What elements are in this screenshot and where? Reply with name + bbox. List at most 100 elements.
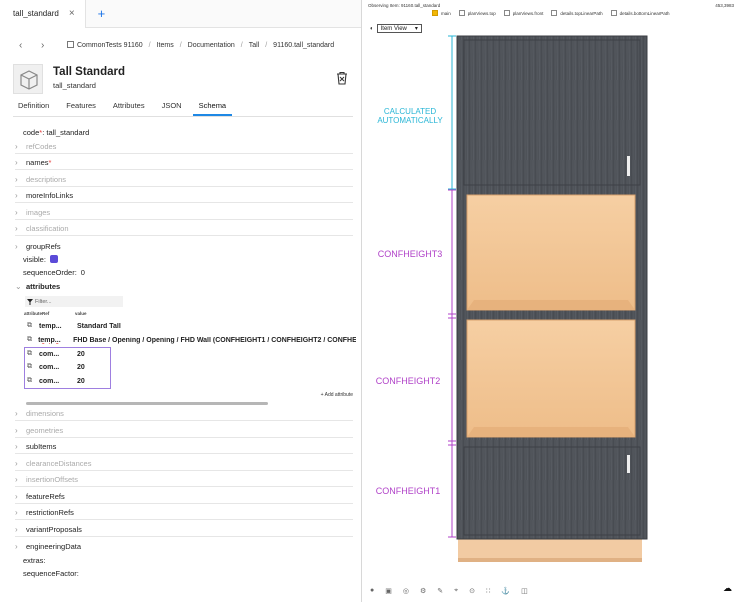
- gear-icon[interactable]: ⚙: [420, 587, 426, 595]
- sequence-factor-field: sequenceFactor:: [23, 568, 79, 578]
- pencil-icon[interactable]: ✎: [437, 587, 443, 595]
- dimension-label-confheight3: CONFHEIGHT3: [377, 249, 443, 259]
- close-icon[interactable]: ×: [69, 8, 75, 19]
- grid-icon[interactable]: ∷: [486, 587, 490, 595]
- delete-icon[interactable]: [335, 71, 349, 85]
- subtab-bar: Definition Features Attributes JSON Sche…: [13, 99, 353, 117]
- opening-lower: [466, 319, 636, 438]
- visible-toggle[interactable]: [49, 255, 58, 263]
- top-door: [463, 39, 641, 186]
- breadcrumb-item[interactable]: Tall: [249, 42, 260, 49]
- navigation-row: ‹ › CommonTests 91160 / Items / Document…: [19, 38, 351, 52]
- breadcrumb-separator: /: [240, 41, 243, 49]
- tree-node-names[interactable]: › names *: [15, 156, 353, 170]
- tree-node-images[interactable]: › images: [15, 206, 353, 220]
- dimension-label-confheight2: CONFHEIGHT2: [375, 376, 441, 386]
- tree-node-grouprefs[interactable]: › groupRefs: [15, 239, 353, 253]
- back-arrow-icon[interactable]: ‹: [19, 40, 41, 51]
- chevron-right-icon: ›: [15, 409, 18, 418]
- bottom-door: [463, 446, 641, 536]
- tab-features[interactable]: Features: [60, 99, 102, 116]
- tab-attributes[interactable]: Attributes: [107, 99, 151, 116]
- chevron-right-icon: ›: [15, 508, 18, 517]
- image-icon[interactable]: ◫: [521, 587, 528, 595]
- code-value[interactable]: tall_standard: [46, 128, 89, 137]
- catalog-icon: [67, 41, 74, 48]
- chevron-right-icon: ›: [15, 208, 18, 217]
- tab-bar: tall_standard × +: [0, 0, 361, 28]
- tree-node-descriptions[interactable]: › descriptions: [15, 173, 353, 187]
- filter-icon: [27, 298, 33, 305]
- open-link-icon[interactable]: ⧉: [27, 322, 39, 330]
- tree-node-moreinfolinks[interactable]: › moreInfoLinks: [15, 189, 353, 203]
- forward-arrow-icon[interactable]: ›: [41, 40, 63, 51]
- table-row[interactable]: ⧉ temp... FHD Base / Opening / Opening /…: [27, 334, 356, 346]
- viewer-toolbar: ● ▣ ◎ ⚙ ✎ ⌖ ⊙ ∷ ⚓ ◫: [370, 587, 528, 595]
- attribute-filter-input[interactable]: Filter...: [25, 296, 123, 307]
- tab-definition[interactable]: Definition: [13, 99, 55, 116]
- chevron-right-icon: ›: [15, 191, 18, 200]
- crop-icon[interactable]: ⌖: [454, 587, 458, 595]
- tree-node-clearancedistances[interactable]: › clearanceDistances: [15, 457, 353, 471]
- box-view-icon[interactable]: ▣: [385, 587, 392, 595]
- chevron-right-icon: ›: [15, 475, 18, 484]
- anchor-icon[interactable]: ⚓: [501, 587, 510, 595]
- required-marker: *: [39, 127, 43, 137]
- column-header-ref: attributeRef: [24, 311, 50, 316]
- tree-node-dimensions[interactable]: › dimensions: [15, 407, 353, 421]
- item-code: tall_standard: [53, 81, 96, 90]
- tree-node-subitems[interactable]: › subItems: [15, 440, 353, 454]
- tab-tall-standard[interactable]: tall_standard ×: [0, 0, 86, 28]
- chevron-right-icon: ›: [15, 541, 18, 551]
- chevron-right-icon: ›: [15, 525, 18, 534]
- breadcrumb-item[interactable]: Items: [157, 42, 174, 49]
- cloud-upload-icon[interactable]: ☁: [723, 583, 732, 594]
- tree-node-featurerefs[interactable]: › featureRefs: [15, 490, 353, 504]
- cube-icon: [20, 70, 38, 90]
- horizontal-scrollbar[interactable]: [26, 402, 268, 405]
- tab-json[interactable]: JSON: [156, 99, 188, 116]
- tree-node-engineeringdata[interactable]: › engineeringData: [15, 539, 353, 553]
- breadcrumb-item[interactable]: Documentation: [188, 42, 235, 49]
- page-title: Tall Standard: [53, 66, 125, 78]
- breadcrumb-separator: /: [148, 41, 151, 49]
- tree-node-attributes[interactable]: ⌄ attributes: [15, 279, 353, 293]
- chevron-right-icon: ›: [15, 426, 18, 435]
- tree-node-refcodes[interactable]: › refCodes: [15, 140, 353, 154]
- column-header-value: value: [75, 311, 87, 316]
- tree-node-geometries[interactable]: › geometries: [15, 424, 353, 438]
- visible-field: visible:: [23, 252, 353, 266]
- chevron-right-icon: ›: [15, 224, 18, 233]
- cabinet-3d-view[interactable]: [364, 0, 744, 602]
- tree-node-variantproposals[interactable]: › variantProposals: [15, 523, 353, 537]
- table-row[interactable]: ⧉ temp... Standard Tall: [27, 320, 361, 332]
- chevron-right-icon: ›: [15, 142, 18, 151]
- add-attribute-button[interactable]: + Add attribute: [321, 392, 353, 398]
- chevron-right-icon: ›: [15, 459, 18, 468]
- compass-icon[interactable]: ◎: [403, 587, 409, 595]
- target-icon[interactable]: ⊙: [469, 587, 475, 595]
- tree-node-classification[interactable]: › classification: [15, 222, 353, 236]
- chevron-right-icon: ›: [15, 241, 18, 251]
- open-link-icon[interactable]: ⧉: [27, 336, 38, 344]
- tab-schema[interactable]: Schema: [192, 99, 233, 116]
- breadcrumb-separator: /: [265, 41, 268, 49]
- breadcrumb-item[interactable]: CommonTests 91160: [67, 41, 143, 49]
- door-handle: [627, 156, 630, 176]
- chevron-right-icon: ›: [15, 158, 18, 167]
- tree-node-restrictionrefs[interactable]: › restrictionRefs: [15, 506, 353, 520]
- selection-highlight: [24, 347, 111, 389]
- add-tab-icon[interactable]: +: [98, 6, 106, 21]
- dimension-label-top: CALCULATED AUTOMATICALLY: [377, 107, 443, 125]
- breadcrumb-separator: /: [179, 41, 182, 49]
- breadcrumb-item[interactable]: 91160.tall_standard: [273, 42, 334, 49]
- breadcrumb: CommonTests 91160 / Items / Documentatio…: [67, 41, 334, 49]
- palette-icon[interactable]: ●: [370, 587, 374, 595]
- chevron-right-icon: ›: [15, 492, 18, 501]
- tree-node-insertionoffsets[interactable]: › insertionOffsets: [15, 473, 353, 487]
- door-handle: [627, 455, 630, 473]
- item-editor-pane: tall_standard × + ‹ › CommonTests 91160 …: [0, 0, 362, 602]
- chevron-right-icon: ›: [15, 175, 18, 184]
- item-header: Tall Standard tall_standard: [13, 64, 351, 94]
- opening-upper: [466, 194, 636, 311]
